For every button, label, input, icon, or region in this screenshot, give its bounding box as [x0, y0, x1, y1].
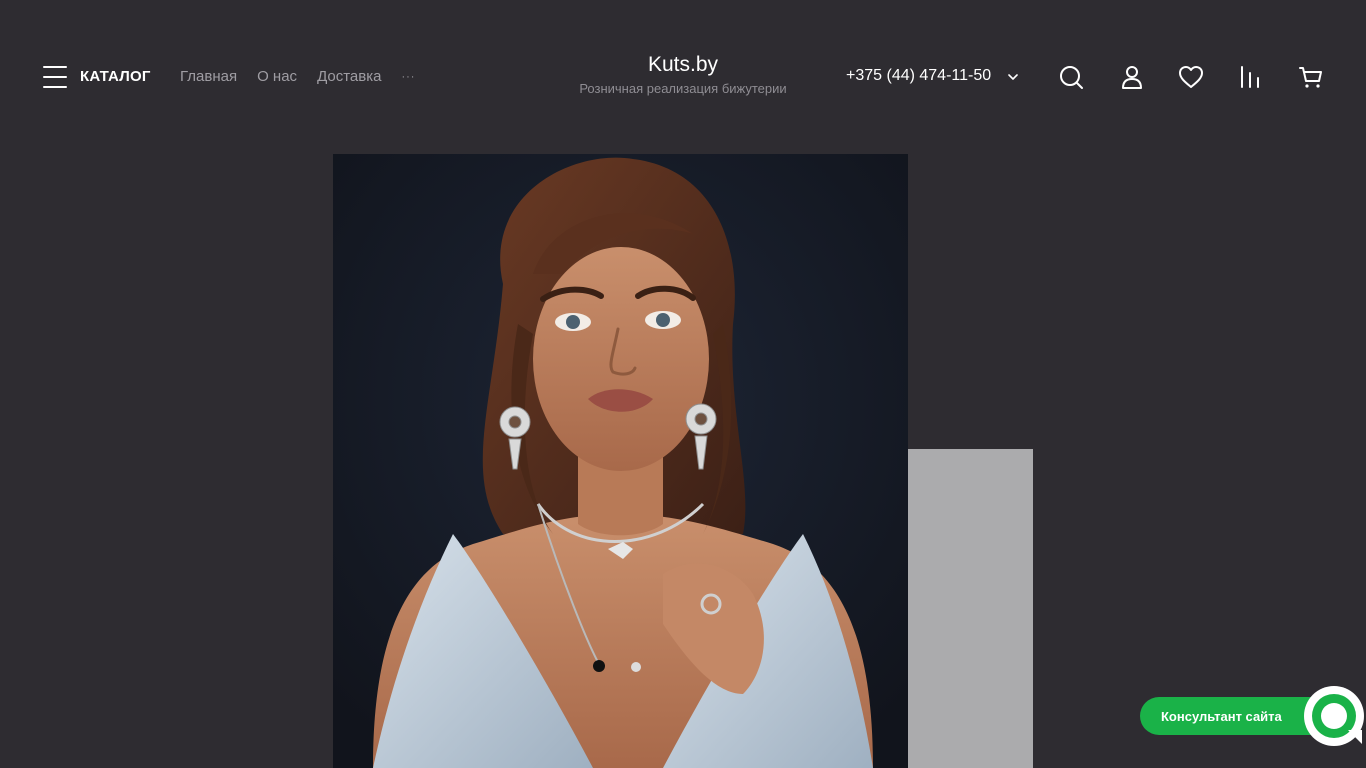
- main-nav: Главная О нас Доставка ···: [180, 68, 415, 85]
- hero-image: [333, 154, 908, 768]
- compare-icon[interactable]: [1238, 64, 1264, 90]
- chevron-down-icon: [1007, 70, 1019, 82]
- nav-delivery[interactable]: Доставка: [317, 68, 381, 85]
- hero-side-panel: [908, 449, 1033, 768]
- site-logo[interactable]: Kuts.by Розничная реализация бижутерии: [560, 53, 806, 96]
- chat-icon[interactable]: [1304, 686, 1364, 746]
- menu-icon[interactable]: [43, 66, 67, 88]
- catalog-button[interactable]: КАТАЛОГ: [80, 68, 151, 85]
- site-header: КАТАЛОГ Главная О нас Доставка ··· Kuts.…: [0, 0, 1366, 154]
- model-photo: [333, 154, 908, 768]
- cart-icon[interactable]: [1298, 64, 1324, 90]
- nav-more[interactable]: ···: [401, 68, 415, 85]
- logo-title: Kuts.by: [647, 53, 719, 76]
- phone-number: +375 (44) 474-11-50: [846, 67, 992, 84]
- logo-subtitle: Розничная реализация бижутерии: [579, 81, 787, 96]
- user-icon[interactable]: [1119, 64, 1145, 90]
- consultant-label: Консультант сайта: [1161, 708, 1282, 724]
- nav-about[interactable]: О нас: [257, 68, 297, 85]
- nav-home[interactable]: Главная: [180, 68, 237, 85]
- heart-icon[interactable]: [1178, 64, 1204, 90]
- phone-dropdown[interactable]: +375 (44) 474-11-50: [846, 67, 1019, 85]
- search-icon[interactable]: [1058, 64, 1084, 90]
